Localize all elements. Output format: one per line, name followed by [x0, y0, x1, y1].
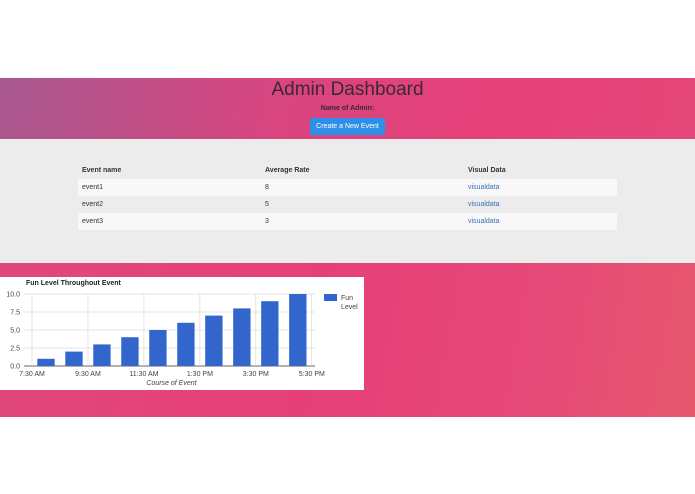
visual-data-cell: visualdata	[464, 196, 617, 213]
x-axis-label: Course of Event	[146, 380, 197, 387]
visualdata-link[interactable]: visualdata	[468, 184, 500, 191]
average-rate-cell: 5	[261, 196, 464, 213]
legend-swatch	[324, 294, 337, 301]
event-name-cell: event1	[78, 179, 261, 196]
chart-title: Fun Level Throughout Event	[26, 280, 122, 287]
table-row: event2 5 visualdata	[78, 196, 617, 213]
y-tick-label: 5.0	[10, 328, 20, 335]
event-name-cell: event2	[78, 196, 261, 213]
table-row: event3 3 visualdata	[78, 213, 617, 230]
visual-data-cell: visualdata	[464, 213, 617, 230]
bar	[149, 330, 167, 366]
header-banner: Admin Dashboard Name of Admin: Create a …	[0, 78, 695, 139]
bar	[93, 344, 111, 366]
y-tick-label: 2.5	[10, 346, 20, 353]
bar	[261, 301, 279, 366]
event-name-cell: event3	[78, 213, 261, 230]
x-tick-label: 3:30 PM	[243, 371, 269, 378]
create-event-button[interactable]: Create a New Event	[310, 118, 385, 135]
bar	[121, 337, 139, 366]
visual-data-cell: visualdata	[464, 179, 617, 196]
visualdata-link[interactable]: visualdata	[468, 218, 500, 225]
bar	[65, 351, 83, 366]
legend-label-line2: Level	[341, 304, 358, 311]
average-rate-cell: 8	[261, 179, 464, 196]
fun-level-chart: Fun Level Throughout Event 0.0 2.5 5.0 7.5 10…	[0, 277, 364, 390]
legend-label-line1: Fun	[341, 295, 353, 302]
column-header-event-name: Event name	[82, 167, 122, 174]
average-rate-cell: 3	[261, 213, 464, 230]
bar	[177, 322, 195, 366]
x-tick-label: 7:30 AM	[19, 371, 45, 378]
table-header-row: Event name Average Rate Visual Data	[78, 162, 617, 179]
visualdata-link[interactable]: visualdata	[468, 201, 500, 208]
x-tick-label: 5:30 PM	[299, 371, 325, 378]
column-header-average-rate: Average Rate	[265, 167, 310, 174]
column-header-visual-data: Visual Data	[468, 167, 506, 174]
y-tick-label: 0.0	[10, 364, 20, 371]
chart-canvas: Fun Level Throughout Event 0.0 2.5 5.0 7.5 10…	[6, 280, 358, 387]
x-tick-label: 11:30 AM	[129, 371, 158, 378]
bar	[37, 358, 55, 366]
y-tick-label: 7.5	[10, 310, 20, 317]
events-table: Event name Average Rate Visual Data even…	[78, 162, 617, 230]
bar	[289, 294, 307, 366]
admin-name-label: Name of Admin:	[320, 105, 375, 112]
table-row: event1 8 visualdata	[78, 179, 617, 196]
page-title: Admin Dashboard	[271, 79, 424, 100]
bar	[205, 315, 223, 366]
y-tick-label: 10.0	[6, 292, 20, 299]
x-tick-label: 9:30 AM	[75, 371, 101, 378]
bar	[233, 308, 251, 366]
x-tick-label: 1:30 PM	[187, 371, 213, 378]
